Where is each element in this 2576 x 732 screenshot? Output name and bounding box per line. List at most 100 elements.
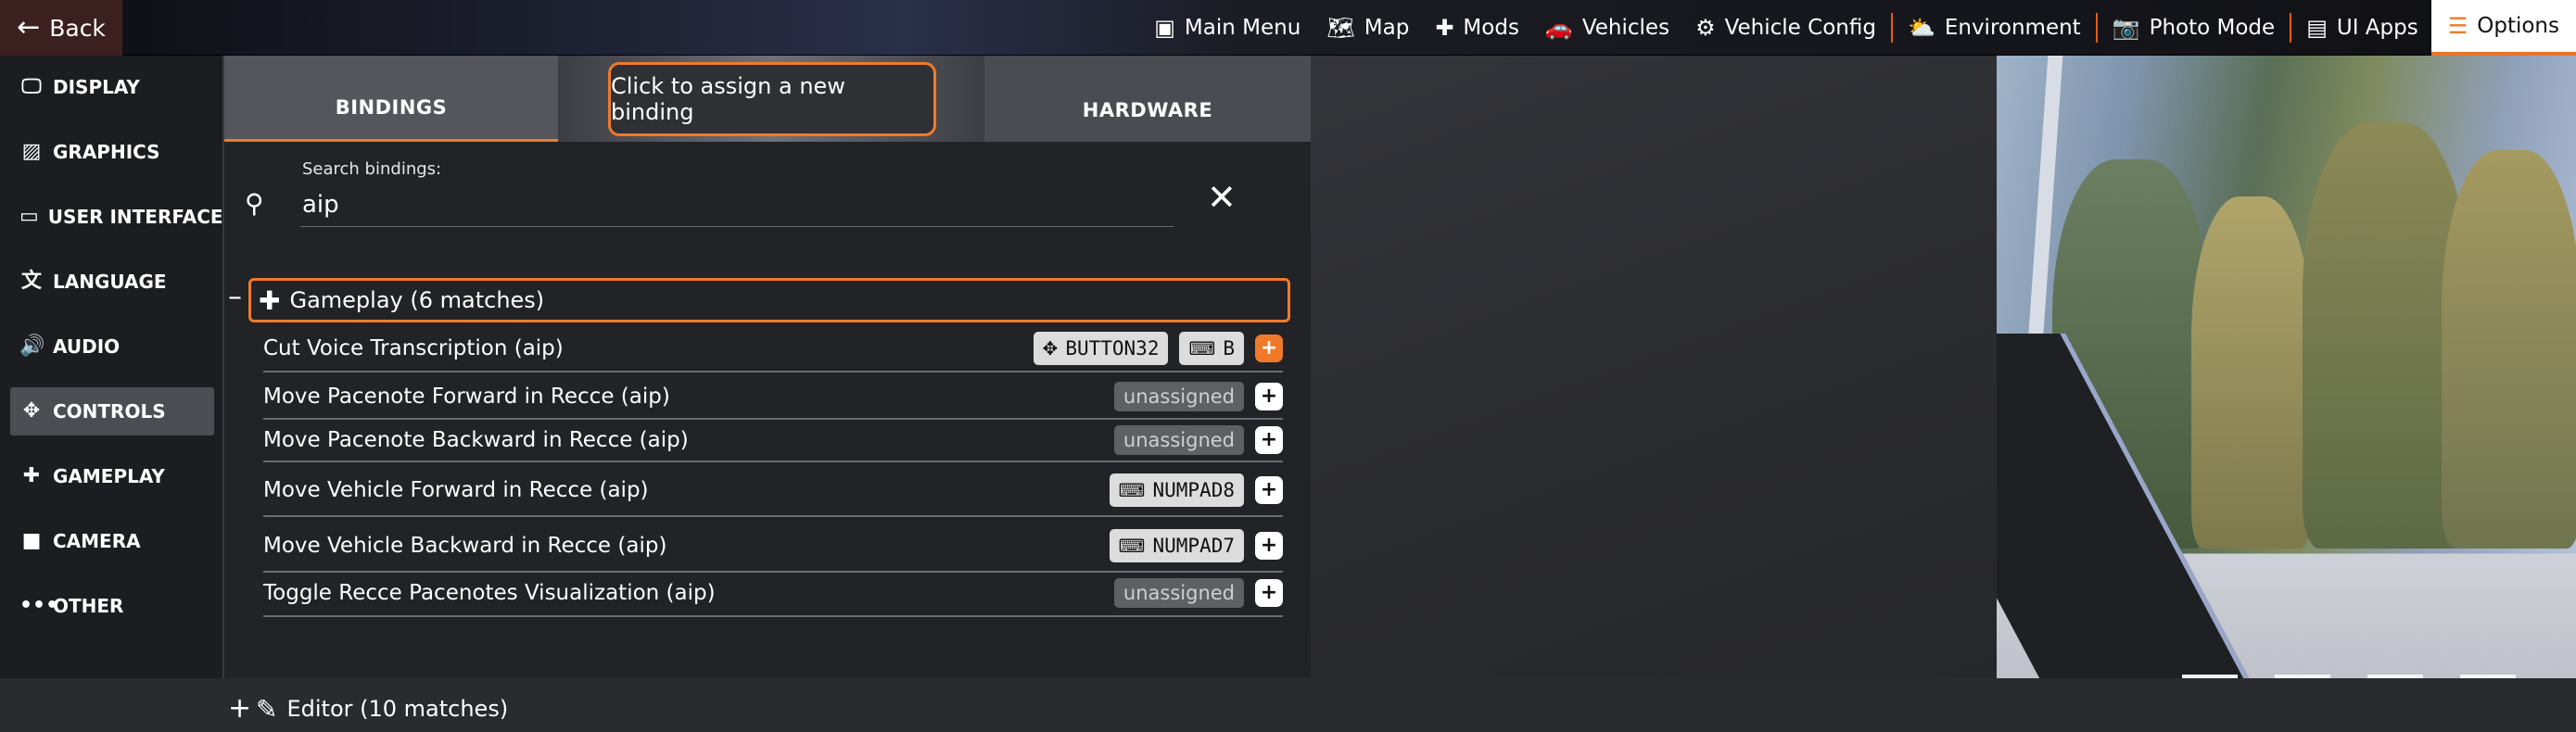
puzzle-icon: ✚ xyxy=(1435,15,1454,41)
map-icon: 🗺 xyxy=(1326,15,1355,41)
sliders-icon: ☰ xyxy=(2447,13,2468,39)
binding-label: Toggle Recce Pacenotes Visualization (ai… xyxy=(263,581,716,605)
sidebar-item-label: AUDIO xyxy=(53,335,121,358)
binding-chips: unassigned + xyxy=(1113,382,1283,411)
ui-apps-icon: ▤ xyxy=(2306,15,2328,41)
search-input[interactable] xyxy=(300,183,1174,227)
sidebar-item-camera[interactable]: ■ CAMERA xyxy=(10,517,214,565)
add-binding-button[interactable]: + xyxy=(1255,334,1283,362)
nav-item-label: Mods xyxy=(1463,16,1519,40)
sidebar-item-audio[interactable]: 🔊 AUDIO xyxy=(10,322,214,371)
scene-tree xyxy=(2191,196,2312,549)
game-scene-background xyxy=(1997,56,2576,678)
nav-item-map[interactable]: 🗺 Map xyxy=(1313,0,1422,56)
binding-row[interactable]: Toggle Recce Pacenotes Visualization (ai… xyxy=(263,571,1283,617)
nav-item-main-menu[interactable]: ▣ Main Menu xyxy=(1141,0,1313,56)
unassigned-chip[interactable]: unassigned xyxy=(1113,425,1244,455)
keyboard-icon: ⌨ xyxy=(1188,337,1216,360)
unassigned-chip[interactable]: unassigned xyxy=(1113,382,1244,411)
monitor-icon: 🖵 xyxy=(21,75,42,98)
camera-icon: 📷 xyxy=(2112,15,2140,41)
image-icon: ▨ xyxy=(21,140,42,163)
clear-search-icon[interactable]: ✕ xyxy=(1207,180,1237,215)
add-binding-button[interactable]: + xyxy=(1255,476,1283,504)
more-icon: ••• xyxy=(19,594,59,617)
binding-chip[interactable]: ⌨ NUMPAD7 xyxy=(1109,529,1244,562)
collapse-group-toggle[interactable]: – xyxy=(228,284,242,311)
binding-label: Move Vehicle Backward in Recce (aip) xyxy=(263,534,667,558)
group-header-gameplay[interactable]: ✚ Gameplay (6 matches) xyxy=(248,278,1290,322)
nav-item-photo-mode[interactable]: 📷 Photo Mode xyxy=(2100,0,2288,56)
binding-chips: ⌨ NUMPAD8 + xyxy=(1109,473,1283,507)
nav-item-label: Photo Mode xyxy=(2149,16,2276,40)
nav-item-label: Map xyxy=(1364,16,1410,40)
road-marking xyxy=(2275,675,2330,678)
nav-item-label: Vehicles xyxy=(1581,16,1670,40)
sidebar-item-label: GAMEPLAY xyxy=(53,465,165,487)
unassigned-chip[interactable]: unassigned xyxy=(1113,578,1244,608)
nav-item-vehicle-config[interactable]: ⚙ Vehicle Config xyxy=(1682,0,1889,56)
search-label: Search bindings: xyxy=(302,159,442,179)
binding-key: BUTTON32 xyxy=(1065,337,1160,360)
binding-chips: ✥ BUTTON32 ⌨ B + xyxy=(1033,332,1283,365)
nav-separator xyxy=(2290,13,2292,43)
puzzle-icon: ✚ xyxy=(22,464,41,487)
sidebar-item-language[interactable]: 文 LANGUAGE xyxy=(10,258,214,306)
road-marking xyxy=(2182,675,2238,678)
sidebar-item-label: GRAPHICS xyxy=(53,141,160,163)
add-binding-button[interactable]: + xyxy=(1255,579,1283,607)
nav-item-label: Environment xyxy=(1944,16,2081,40)
add-binding-button[interactable]: + xyxy=(1255,426,1283,454)
binding-label: Move Pacenote Forward in Recce (aip) xyxy=(263,385,670,409)
nav-separator xyxy=(2095,13,2098,43)
nav-item-environment[interactable]: ⛅ Environment xyxy=(1895,0,2094,56)
binding-chip[interactable]: ⌨ B xyxy=(1179,332,1244,365)
top-menu-bar: ← Back ▣ Main Menu 🗺 Map ✚ Mods 🚗 Vehicles ⚙ Vehi… xyxy=(0,0,2576,56)
nav-item-options[interactable]: ☰ Options xyxy=(2430,0,2576,56)
sidebar-item-controls[interactable]: ✥ CONTROLS xyxy=(10,387,214,435)
add-binding-button[interactable]: + xyxy=(1255,532,1283,560)
binding-chip[interactable]: ⌨ NUMPAD8 xyxy=(1109,473,1244,507)
main-navigation: ▣ Main Menu 🗺 Map ✚ Mods 🚗 Vehicles ⚙ Vehicle Con… xyxy=(1141,0,2576,56)
binding-row[interactable]: Move Pacenote Backward in Recce (aip) una… xyxy=(263,420,1283,462)
binding-row[interactable]: Move Vehicle Backward in Recce (aip) ⌨ NUM… xyxy=(263,521,1283,573)
binding-chip[interactable]: ✥ BUTTON32 xyxy=(1033,332,1169,365)
sidebar-item-other[interactable]: ••• OTHER xyxy=(10,582,214,630)
sidebar-item-label: OTHER xyxy=(53,595,124,617)
translate-icon: 文 xyxy=(20,270,42,293)
group-title: Gameplay (6 matches) xyxy=(289,287,545,313)
nav-item-mods[interactable]: ✚ Mods xyxy=(1422,0,1532,56)
binding-row[interactable]: Cut Voice Transcription (aip) ✥ BUTTON32 ⌨ B… xyxy=(263,326,1283,372)
sidebar-item-user-interface[interactable]: ▭ USER INTERFACE xyxy=(10,193,223,241)
sidebar-item-display[interactable]: 🖵 DISPLAY xyxy=(10,63,214,111)
nav-item-vehicles[interactable]: 🚗 Vehicles xyxy=(1532,0,1682,56)
back-button[interactable]: ← Back xyxy=(0,0,122,56)
back-label: Back xyxy=(49,14,106,42)
video-camera-icon: ■ xyxy=(21,529,42,552)
group-header-editor[interactable]: ✎ Editor (10 matches) xyxy=(248,686,508,732)
sidebar-item-label: DISPLAY xyxy=(53,76,140,98)
pencil-icon: ✎ xyxy=(256,693,278,725)
tab-hardware[interactable]: HARDWARE xyxy=(984,56,1311,142)
tab-bindings[interactable]: BINDINGS xyxy=(224,56,558,142)
binding-label: Cut Voice Transcription (aip) xyxy=(263,336,564,360)
nav-item-ui-apps[interactable]: ▤ UI Apps xyxy=(2293,0,2431,56)
sidebar-item-label: CAMERA xyxy=(53,530,141,552)
binding-row[interactable]: Move Vehicle Forward in Recce (aip) ⌨ NUMP… xyxy=(263,465,1283,517)
background-dark-area xyxy=(1311,56,1997,678)
options-panel: BINDINGS HARDWARE Click to assign a new … xyxy=(224,56,1311,725)
ui-window-icon: ▭ xyxy=(19,205,39,228)
binding-chips: unassigned + xyxy=(1113,425,1283,455)
add-binding-button[interactable]: + xyxy=(1255,383,1283,410)
gamepad-icon: ✥ xyxy=(22,399,41,423)
binding-key: NUMPAD8 xyxy=(1152,479,1235,501)
gamepad-icon: ✥ xyxy=(1042,337,1059,360)
sidebar-item-gameplay[interactable]: ✚ GAMEPLAY xyxy=(10,452,214,500)
binding-row[interactable]: Move Pacenote Forward in Recce (aip) unas… xyxy=(263,375,1283,420)
sidebar-item-label: USER INTERFACE xyxy=(47,206,223,228)
nav-item-label: Vehicle Config xyxy=(1724,16,1876,40)
search-icon: ⚲ xyxy=(245,188,264,219)
road-marking xyxy=(2367,675,2423,678)
sidebar-item-graphics[interactable]: ▨ GRAPHICS xyxy=(10,128,214,176)
nav-separator xyxy=(1890,13,1893,43)
